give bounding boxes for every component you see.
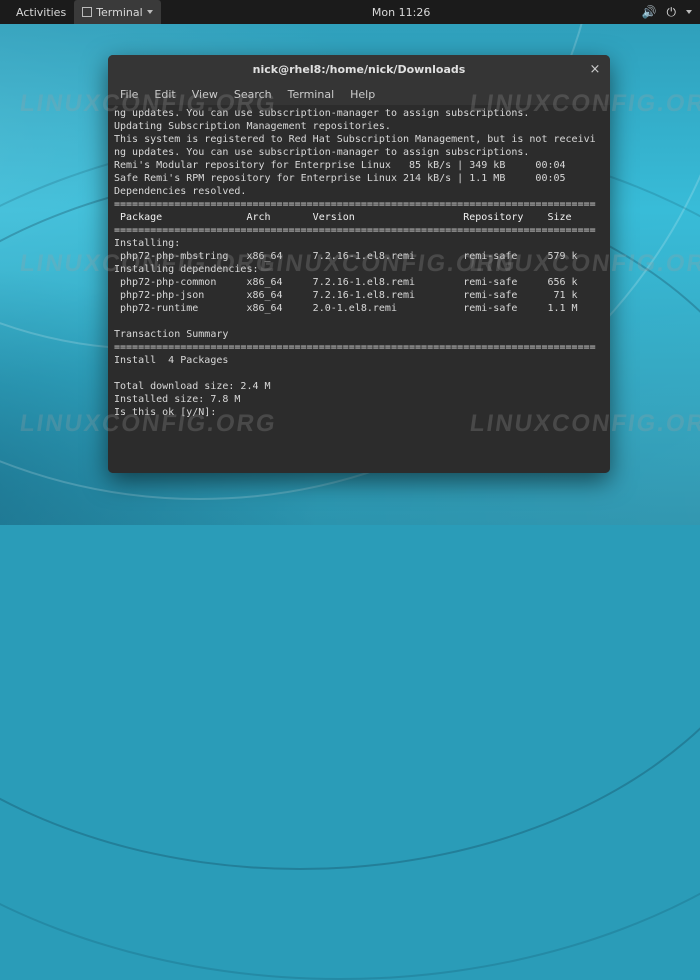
menu-file[interactable]: File [112,88,146,101]
clock-label: Mon 11:26 [372,6,430,19]
out-installing: Installing: [114,238,180,249]
out-instsize: Installed size: 7.8 M [114,394,240,405]
app-label: Terminal [96,6,143,19]
chevron-down-icon[interactable] [686,10,692,14]
menu-view[interactable]: View [184,88,226,101]
out-div: ========================================… [114,342,596,353]
menu-search[interactable]: Search [226,88,280,101]
volume-icon[interactable]: 🔊 [642,5,657,19]
out-row: php72-php-json x86_64 7.2.16-1.el8.remi … [114,290,578,301]
close-icon: × [590,62,601,77]
menu-help[interactable]: Help [342,88,383,101]
activities-label: Activities [16,6,66,19]
out-deps: Installing dependencies: [114,264,259,275]
chevron-down-icon [147,10,153,14]
window-title: nick@rhel8:/home/nick/Downloads [253,63,466,76]
out-dlsize: Total download size: 2.4 M [114,381,271,392]
out-row: php72-runtime x86_64 2.0-1.el8.remi remi… [114,303,578,314]
menu-terminal[interactable]: Terminal [280,88,343,101]
gnome-topbar: Activities Terminal Mon 11:26 🔊 ⏻ [0,0,700,24]
out-div: ========================================… [114,199,596,210]
status-tray: 🔊 ⏻ [642,5,692,20]
out-row: php72-php-mbstring x86_64 7.2.16-1.el8.r… [114,251,578,262]
terminal-window: nick@rhel8:/home/nick/Downloads × File E… [108,55,610,473]
app-indicator[interactable]: Terminal [74,0,161,24]
out-summary: Transaction Summary [114,329,228,340]
power-icon[interactable]: ⏻ [667,5,677,20]
out-prompt: Is this ok [y/N]: [114,407,222,418]
out-header: Package Arch Version Repository Size [114,212,572,223]
window-titlebar[interactable]: nick@rhel8:/home/nick/Downloads × [108,55,610,83]
out-pre: ng updates. You can use subscription-man… [114,108,596,197]
clock[interactable]: Mon 11:26 [161,6,642,19]
activities-button[interactable]: Activities [8,0,74,24]
terminal-icon [82,7,92,17]
out-install-count: Install 4 Packages [114,355,228,366]
terminal-output[interactable]: ng updates. You can use subscription-man… [108,105,610,473]
window-menubar: File Edit View Search Terminal Help [108,83,610,105]
menu-edit[interactable]: Edit [146,88,183,101]
out-row: php72-php-common x86_64 7.2.16-1.el8.rem… [114,277,578,288]
close-button[interactable]: × [586,60,604,78]
out-div: ========================================… [114,225,596,236]
